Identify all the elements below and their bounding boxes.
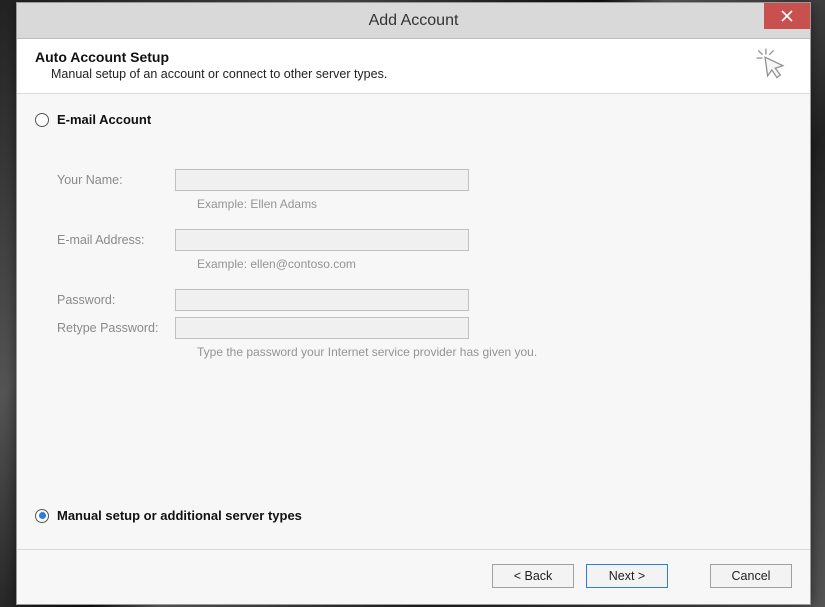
label-retype-password: Retype Password: xyxy=(57,321,175,335)
header-subtitle: Manual setup of an account or connect to… xyxy=(51,67,387,81)
titlebar: Add Account xyxy=(17,3,810,39)
input-retype-password[interactable] xyxy=(175,317,469,339)
radio-email-account-label: E-mail Account xyxy=(57,112,151,127)
radio-email-account-row[interactable]: E-mail Account xyxy=(35,112,792,127)
label-password: Password: xyxy=(57,293,175,307)
form-area: Your Name: Example: Ellen Adams E-mail A… xyxy=(57,169,792,359)
label-email: E-mail Address: xyxy=(57,233,175,247)
radio-manual-setup[interactable] xyxy=(35,509,49,523)
header-title: Auto Account Setup xyxy=(35,49,387,65)
row-retype-password: Retype Password: xyxy=(57,317,792,339)
close-button[interactable] xyxy=(764,3,810,29)
dialog-footer: < Back Next > Cancel xyxy=(17,549,810,604)
dialog-header: Auto Account Setup Manual setup of an ac… xyxy=(17,39,810,94)
add-account-dialog: Add Account Auto Account Setup Manual se… xyxy=(16,2,811,605)
row-your-name: Your Name: xyxy=(57,169,792,191)
radio-manual-setup-row[interactable]: Manual setup or additional server types xyxy=(35,508,792,523)
radio-manual-setup-label: Manual setup or additional server types xyxy=(57,508,302,523)
close-icon xyxy=(781,10,793,22)
dialog-body: E-mail Account Your Name: Example: Ellen… xyxy=(17,94,810,549)
input-your-name[interactable] xyxy=(175,169,469,191)
header-text: Auto Account Setup Manual setup of an ac… xyxy=(35,49,387,81)
cursor-click-icon xyxy=(754,47,788,81)
back-button[interactable]: < Back xyxy=(492,564,574,588)
hint-password: Type the password your Internet service … xyxy=(197,345,792,359)
row-email: E-mail Address: xyxy=(57,229,792,251)
input-password[interactable] xyxy=(175,289,469,311)
hint-your-name: Example: Ellen Adams xyxy=(197,197,792,211)
window-title: Add Account xyxy=(17,12,810,30)
footer-spacer xyxy=(680,564,698,588)
cancel-button[interactable]: Cancel xyxy=(710,564,792,588)
label-your-name: Your Name: xyxy=(57,173,175,187)
hint-email: Example: ellen@contoso.com xyxy=(197,257,792,271)
radio-email-account[interactable] xyxy=(35,113,49,127)
input-email[interactable] xyxy=(175,229,469,251)
next-button[interactable]: Next > xyxy=(586,564,668,588)
row-password: Password: xyxy=(57,289,792,311)
